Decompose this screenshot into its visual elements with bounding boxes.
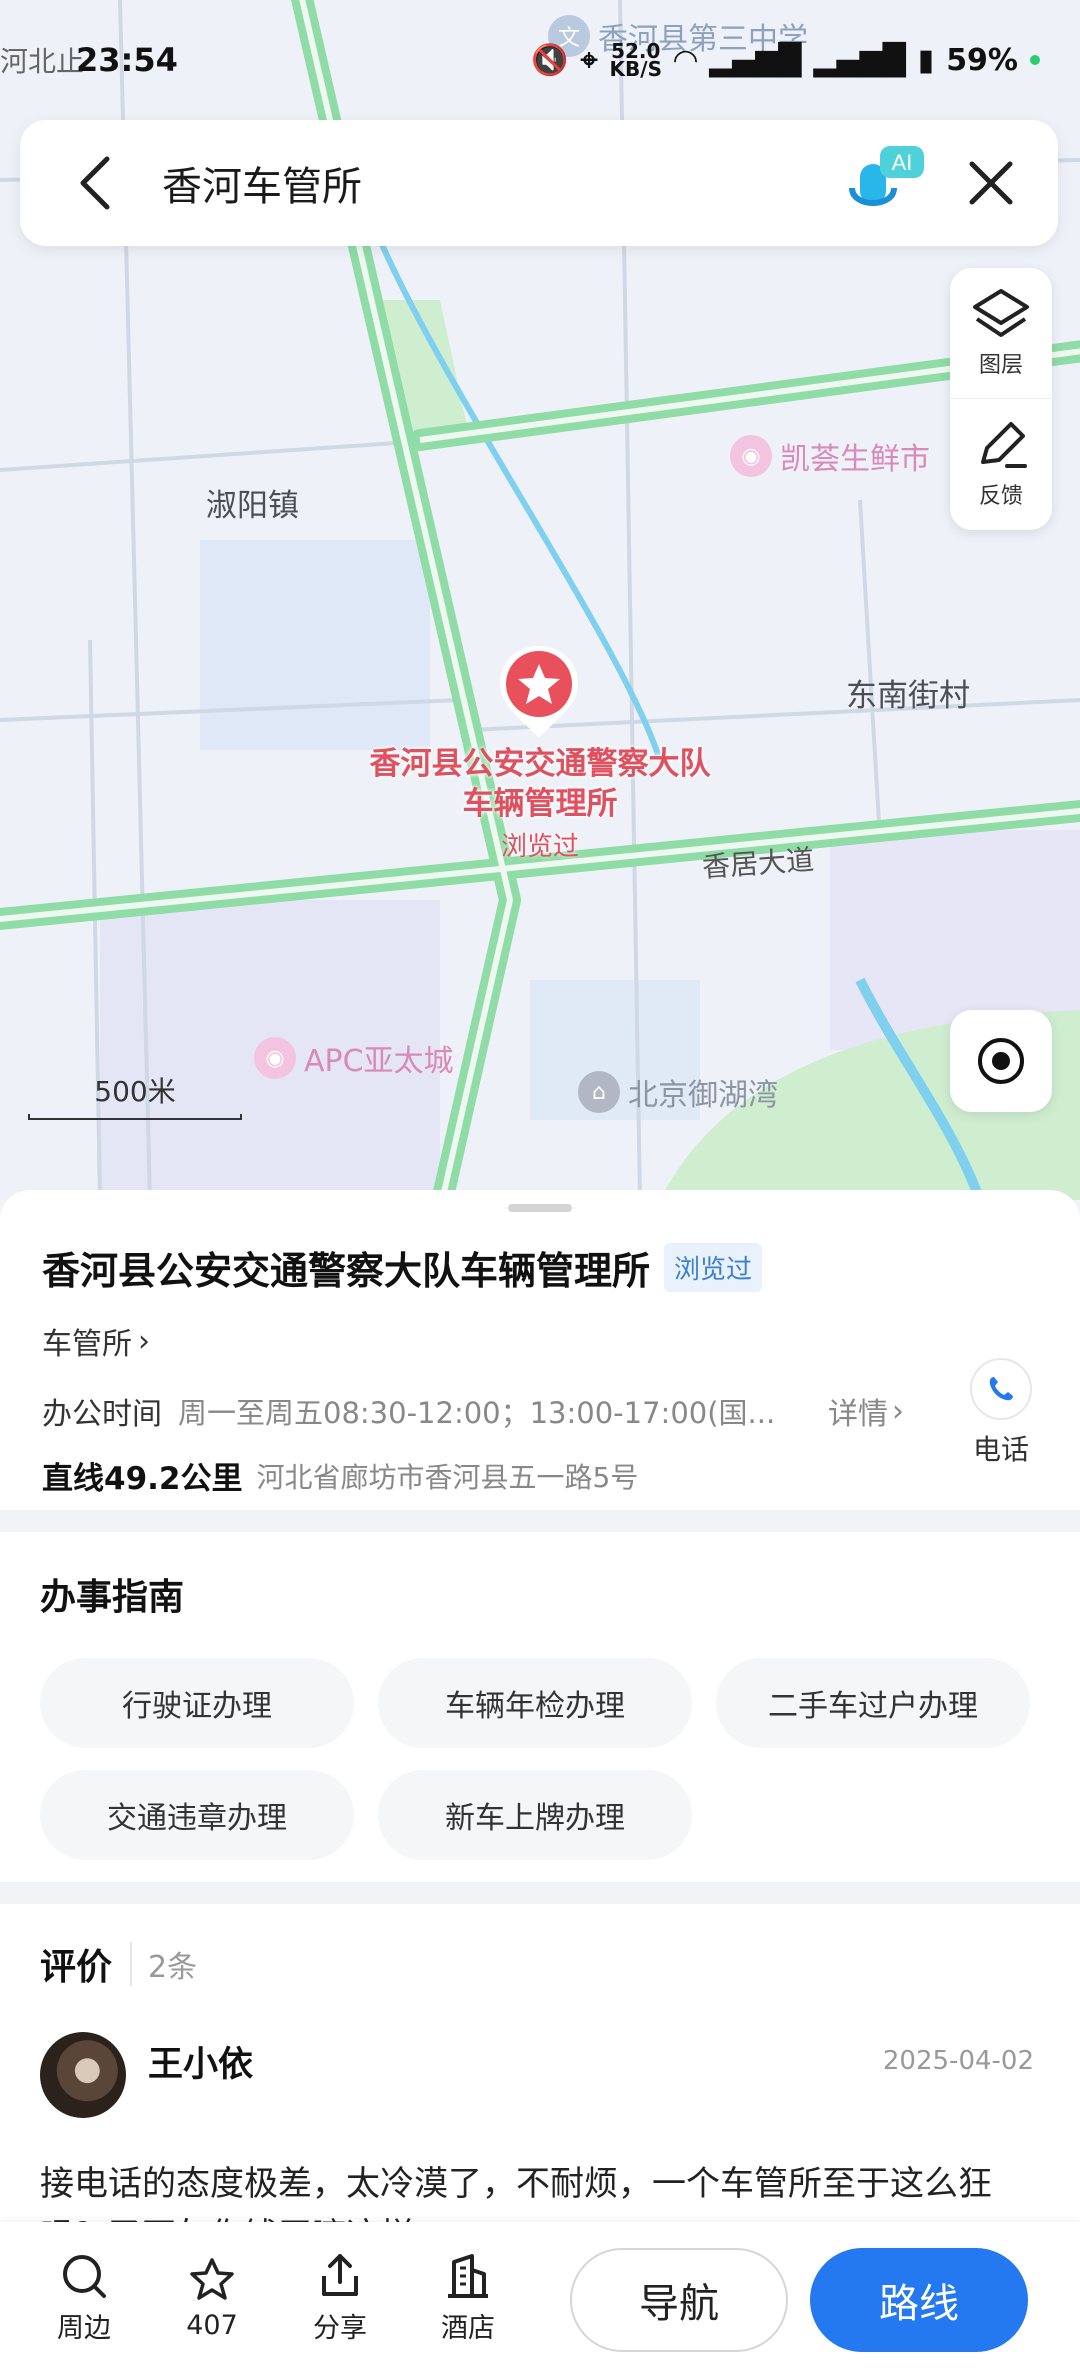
search-input[interactable]: 香河车管所 [162, 154, 840, 212]
battery-percent: 59% [946, 42, 1018, 78]
review-date: 2025-04-02 [882, 2046, 1034, 2076]
reviews-title: 评价 [40, 1947, 113, 1988]
chevron-right-icon: › [892, 1393, 904, 1429]
guide-chips: 行驶证办理 车辆年检办理 二手车过户办理 交通违章办理 新车上牌办理 [40, 1658, 1040, 1860]
ai-voice-button[interactable]: AI [840, 138, 930, 228]
hotel-icon [448, 2253, 488, 2298]
reviewer-name: 王小依 [148, 2045, 254, 2085]
location-icon: ⌖ [580, 42, 598, 78]
guide-chip-violation[interactable]: 交通违章办理 [40, 1770, 354, 1860]
guide-chip-inspection[interactable]: 车辆年检办理 [378, 1658, 692, 1748]
signal-icon-2: ▂▄▆█ [813, 42, 906, 78]
signal-icon: ▂▄▆█ [709, 42, 802, 78]
address: 河北省廊坊市香河县五一路5号 [256, 1460, 639, 1494]
map-village-label: 东南街村 [846, 678, 970, 714]
shopping-bag-icon: ◉ [254, 1037, 296, 1079]
reviews-count[interactable]: 2条 [130, 1942, 197, 1986]
share-icon [322, 2253, 358, 2296]
review-item[interactable]: 王小依 2025-04-02 [40, 2032, 1040, 2118]
layers-button[interactable]: 图层 [950, 268, 1052, 398]
wifi-icon: ◠ [674, 42, 698, 78]
place-detail-sheet: 香河县公安交通警察大队车辆管理所 浏览过 车管所 › 办公时间 周一至周五08:… [0, 1190, 1080, 2374]
clock: 23:54 [76, 41, 178, 79]
building-icon: ⌂ [578, 1071, 620, 1113]
chevron-right-icon: › [138, 1323, 150, 1359]
star-pin-icon [500, 646, 578, 738]
map-scale: 500米 [28, 1070, 242, 1120]
avatar[interactable] [40, 2032, 126, 2118]
guide-chip-transfer[interactable]: 二手车过户办理 [716, 1658, 1030, 1748]
poi-mall[interactable]: ◉ APC亚太城 [254, 1036, 454, 1080]
layers-icon [973, 289, 1029, 337]
map-road-label: 香居大道 [701, 843, 816, 884]
indicator-dot [1030, 55, 1040, 65]
drag-handle[interactable] [508, 1204, 572, 1212]
star-icon [190, 2257, 234, 2300]
service-guide-card: 办事指南 行驶证办理 车辆年检办理 二手车过户办理 交通违章办理 新车上牌办理 [0, 1532, 1080, 1882]
details-link[interactable]: 详情 › [828, 1389, 904, 1433]
bottom-action-bar: 周边 407 分享 酒店 导航 路线 [0, 2222, 1080, 2374]
svg-text:AI: AI [892, 150, 913, 175]
scale-bar [28, 1114, 242, 1120]
favorite-button[interactable]: 407 [148, 2256, 276, 2341]
chevron-left-icon [80, 156, 110, 210]
place-title: 香河县公安交通警察大队车辆管理所 [42, 1249, 651, 1293]
close-icon [969, 161, 1013, 205]
shopping-bag-icon: ◉ [730, 435, 772, 477]
locate-me-button[interactable] [950, 1010, 1052, 1112]
hours-row: 办公时间 周一至周五08:30-12:00；13:00-17:00(国... 详… [42, 1389, 1038, 1433]
phone-button[interactable]: 电话 [970, 1358, 1032, 1468]
nearby-button[interactable]: 周边 [20, 2252, 148, 2345]
phone-icon [989, 1377, 1013, 1401]
target-icon [978, 1038, 1024, 1084]
share-button[interactable]: 分享 [276, 2252, 404, 2345]
distance-row: 直线49.2公里 河北省廊坊市香河县五一路5号 [42, 1453, 1038, 1498]
mute-icon: 🔇 [531, 42, 569, 78]
location-marker[interactable] [494, 642, 584, 742]
route-button[interactable]: 路线 [810, 2248, 1028, 2352]
hours-label: 办公时间 [42, 1397, 162, 1432]
category-link[interactable]: 车管所 › [42, 1319, 1038, 1363]
close-button[interactable] [946, 138, 1036, 228]
guide-title: 办事指南 [40, 1577, 185, 1618]
guide-chip-license[interactable]: 行驶证办理 [40, 1658, 354, 1748]
visited-badge: 浏览过 [664, 1243, 763, 1292]
hotel-button[interactable]: 酒店 [404, 2252, 532, 2345]
status-bar: 河北止 23:54 🔇 ⌖ 52.0 KB/S ◠ ▂▄▆█ ▂▄▆█ ▮ 59… [0, 36, 1080, 84]
distance: 直线49.2公里 [42, 1461, 243, 1497]
search-icon [63, 2254, 106, 2298]
map-tools-panel: 图层 反馈 [950, 268, 1052, 530]
marker-name-label: 香河县公安交通警察大队车辆管理所 [369, 746, 711, 822]
carrier-text: 河北止 [0, 45, 85, 78]
edit-pen-icon [981, 421, 1027, 468]
back-button[interactable] [50, 138, 140, 228]
network-speed: 52.0 KB/S [609, 39, 662, 81]
guide-chip-new-plate[interactable]: 新车上牌办理 [378, 1770, 692, 1860]
feedback-button[interactable]: 反馈 [950, 398, 1052, 528]
navigate-button[interactable]: 导航 [570, 2248, 788, 2352]
marker-visited-label: 浏览过 [500, 832, 579, 862]
ai-mic-icon: AI [849, 146, 924, 206]
poi-residence[interactable]: ⌂ 北京御湖湾 [578, 1070, 778, 1114]
poi-market[interactable]: ◉ 凯荟生鲜市 [730, 434, 930, 478]
map-town-label: 淑阳镇 [206, 488, 299, 524]
place-summary-card: 香河县公安交通警察大队车辆管理所 浏览过 车管所 › 办公时间 周一至周五08:… [0, 1190, 1080, 1510]
search-bar: 香河车管所 AI [20, 120, 1058, 246]
battery-icon: ▮ [917, 42, 935, 78]
hours-value: 周一至周五08:30-12:00；13:00-17:00(国... [178, 1396, 776, 1430]
